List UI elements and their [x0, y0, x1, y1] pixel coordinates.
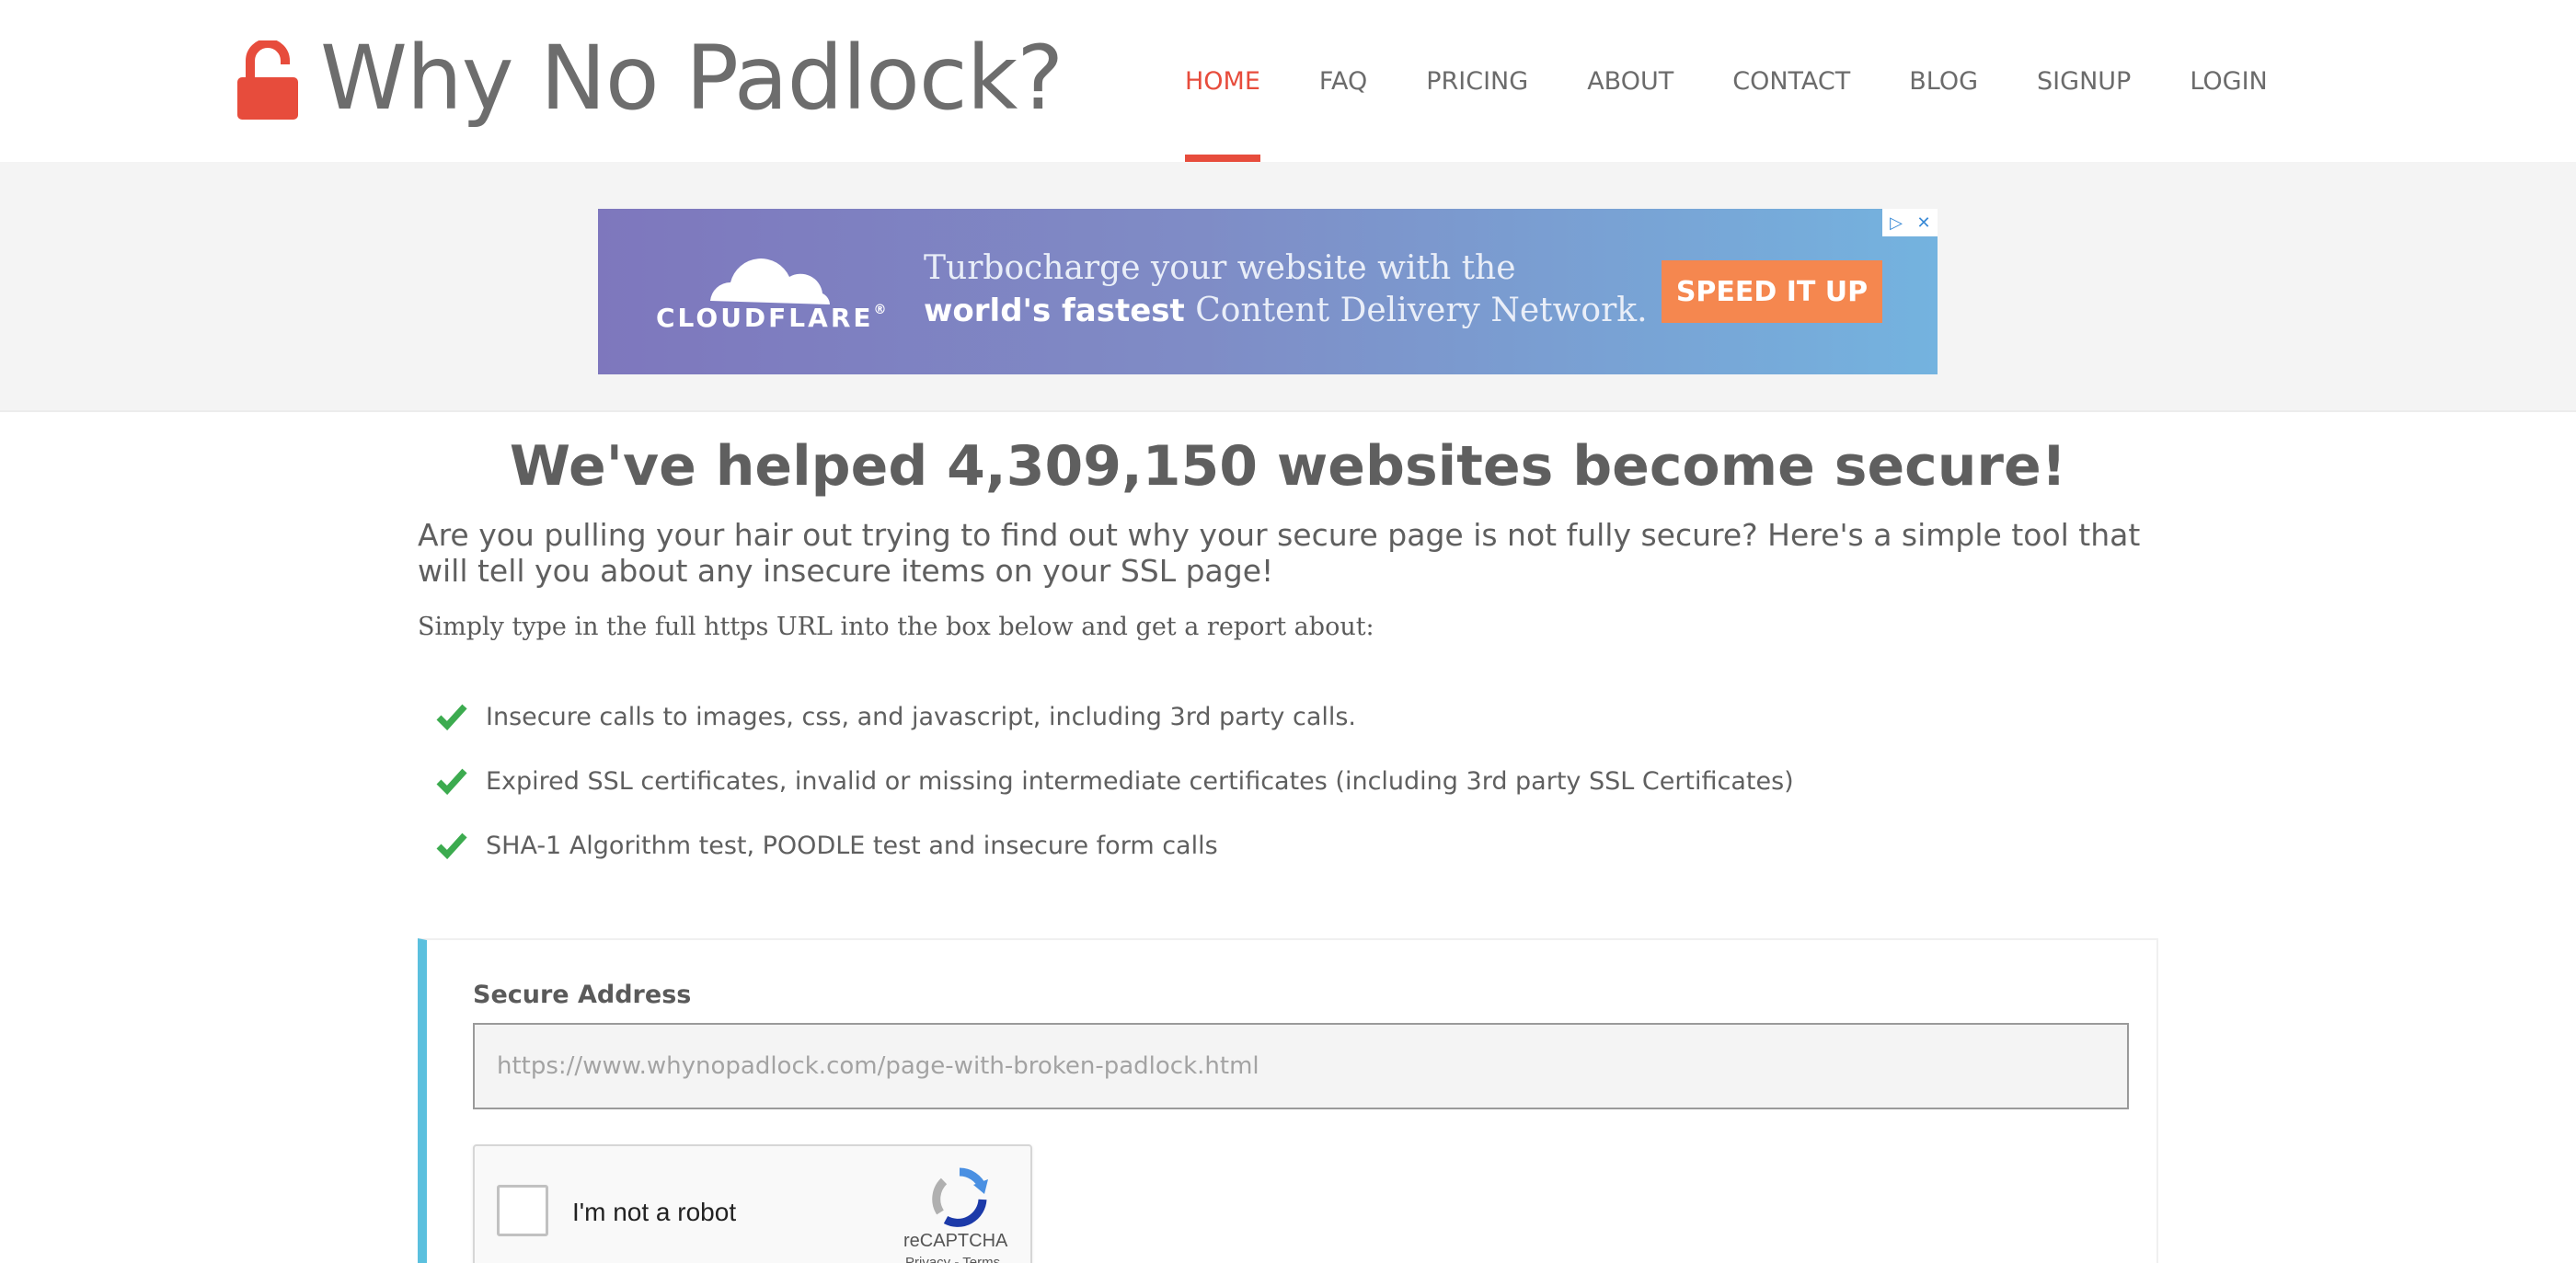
recaptcha-icon [932, 1167, 988, 1227]
recaptcha-widget: I'm not a robot reCAPTCHA Privacy - Term… [473, 1144, 1032, 1263]
ad-line-2: world's fastest Content Delivery Network… [924, 290, 1648, 332]
speed-it-up-button[interactable]: SPEED IT UP [1662, 260, 1882, 323]
ad-copy: Turbocharge your website with the world'… [924, 247, 1648, 332]
check-icon [436, 768, 467, 795]
secure-address-input[interactable] [473, 1023, 2129, 1109]
page-headline: We've helped 4,309,150 websites become s… [509, 434, 2067, 499]
list-item: Insecure calls to images, css, and javas… [436, 684, 1794, 749]
feature-text: Insecure calls to images, css, and javas… [486, 702, 1357, 731]
nav-home[interactable]: HOME [1185, 0, 1260, 162]
nav-about[interactable]: ABOUT [1587, 0, 1673, 162]
nav-faq[interactable]: FAQ [1319, 0, 1367, 162]
main-nav: HOME FAQ PRICING ABOUT CONTACT BLOG SIGN… [1185, 0, 2268, 162]
nav-signup[interactable]: SIGNUP [2037, 0, 2131, 162]
ad-brand-name: CLOUDFLARE® [656, 303, 890, 333]
secure-address-label: Secure Address [473, 981, 692, 1009]
captcha-privacy-terms[interactable]: Privacy - Terms [905, 1255, 1000, 1263]
nav-pricing[interactable]: PRICING [1426, 0, 1528, 162]
ad-band: CLOUDFLARE® Turbocharge your website wit… [0, 162, 2576, 412]
nav-contact[interactable]: CONTACT [1732, 0, 1850, 162]
ad-line-1: Turbocharge your website with the [924, 249, 1516, 287]
feature-list: Insecure calls to images, css, and javas… [436, 684, 1794, 878]
url-check-form: Secure Address I'm not a robot reCAPTCHA… [418, 938, 2158, 1263]
intro-text: Simply type in the full https URL into t… [418, 613, 1374, 641]
cloudflare-ad-banner[interactable]: CLOUDFLARE® Turbocharge your website wit… [598, 209, 1938, 374]
registered-mark: ® [873, 303, 890, 317]
recaptcha-brand: reCAPTCHA [903, 1231, 1008, 1251]
list-item: Expired SSL certificates, invalid or mis… [436, 749, 1794, 813]
captcha-label: I'm not a robot [572, 1198, 737, 1226]
nav-blog[interactable]: BLOG [1909, 0, 1978, 162]
ad-line-2-rest: Content Delivery Network. [1184, 292, 1648, 329]
site-header: Why No Padlock? HOME FAQ PRICING ABOUT C… [0, 0, 2576, 162]
nav-login[interactable]: LOGIN [2190, 0, 2267, 162]
ad-controls: ▷ ✕ [1882, 209, 1938, 236]
lead-paragraph: Are you pulling your hair out trying to … [418, 517, 2141, 589]
check-icon [436, 832, 467, 859]
feature-text: Expired SSL certificates, invalid or mis… [486, 766, 1794, 796]
captcha-checkbox[interactable] [497, 1185, 548, 1236]
check-icon [436, 704, 467, 730]
close-icon[interactable]: ✕ [1910, 209, 1938, 236]
site-title: Why No Padlock? [320, 27, 1064, 130]
open-padlock-icon [237, 40, 298, 120]
adchoices-icon[interactable]: ▷ [1882, 209, 1910, 236]
list-item: SHA-1 Algorithm test, POODLE test and in… [436, 813, 1794, 878]
ad-line-2-bold: world's fastest [924, 293, 1185, 329]
site-logo[interactable]: Why No Padlock? [237, 27, 1064, 130]
feature-text: SHA-1 Algorithm test, POODLE test and in… [486, 831, 1218, 860]
